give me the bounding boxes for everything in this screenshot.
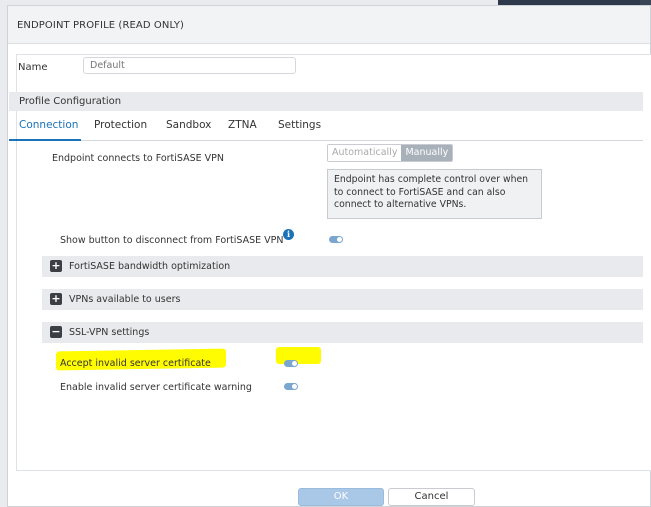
- plus-icon: +: [50, 292, 62, 305]
- tab-bar: Connection Protection Sandbox ZTNA Setti…: [9, 116, 643, 141]
- disconnect-button-label: Show button to disconnect from FortiSASE…: [60, 235, 284, 246]
- cancel-button[interactable]: Cancel: [388, 488, 475, 506]
- profile-configuration-header: Profile Configuration: [9, 92, 643, 111]
- info-icon[interactable]: i: [283, 229, 294, 240]
- highlight-mark-toggle: [276, 347, 321, 364]
- mode-manually-option[interactable]: Manually: [401, 145, 453, 161]
- section-vpns-available[interactable]: + VPNs available to users: [42, 289, 643, 310]
- section-label: SSL-VPN settings: [69, 327, 150, 338]
- mode-automatically-option[interactable]: Automatically: [328, 145, 402, 161]
- invalid-cert-warning-toggle[interactable]: [284, 383, 298, 390]
- section-bandwidth-optimization[interactable]: + FortiSASE bandwidth optimization: [42, 256, 643, 277]
- mode-description-note: Endpoint has complete control over when …: [327, 169, 542, 219]
- section-label: VPNs available to users: [69, 294, 181, 305]
- tab-sandbox[interactable]: Sandbox: [166, 119, 211, 131]
- tab-settings[interactable]: Settings: [278, 119, 321, 131]
- section-label: FortiSASE bandwidth optimization: [69, 261, 231, 272]
- dialog-title: ENDPOINT PROFILE (READ ONLY): [8, 6, 650, 44]
- name-input[interactable]: [83, 57, 296, 74]
- tab-ztna[interactable]: ZTNA: [228, 119, 257, 131]
- accept-invalid-cert-label: Accept invalid server certificate: [60, 358, 211, 369]
- active-tab-indicator: [9, 139, 81, 141]
- tab-protection[interactable]: Protection: [94, 119, 147, 131]
- accept-invalid-cert-toggle[interactable]: [284, 360, 298, 367]
- plus-icon: +: [50, 259, 62, 272]
- name-label: Name: [18, 62, 48, 73]
- disconnect-button-toggle[interactable]: [329, 236, 343, 243]
- vpn-connect-label: Endpoint connects to FortiSASE VPN: [52, 153, 224, 164]
- invalid-cert-warning-label: Enable invalid server certificate warnin…: [60, 382, 252, 393]
- minus-icon: −: [50, 325, 62, 338]
- ok-button[interactable]: OK: [298, 488, 384, 506]
- tab-connection[interactable]: Connection: [19, 119, 78, 131]
- vpn-mode-segmented-control: Automatically Manually: [327, 144, 454, 162]
- section-ssl-vpn-settings[interactable]: − SSL-VPN settings: [42, 322, 643, 343]
